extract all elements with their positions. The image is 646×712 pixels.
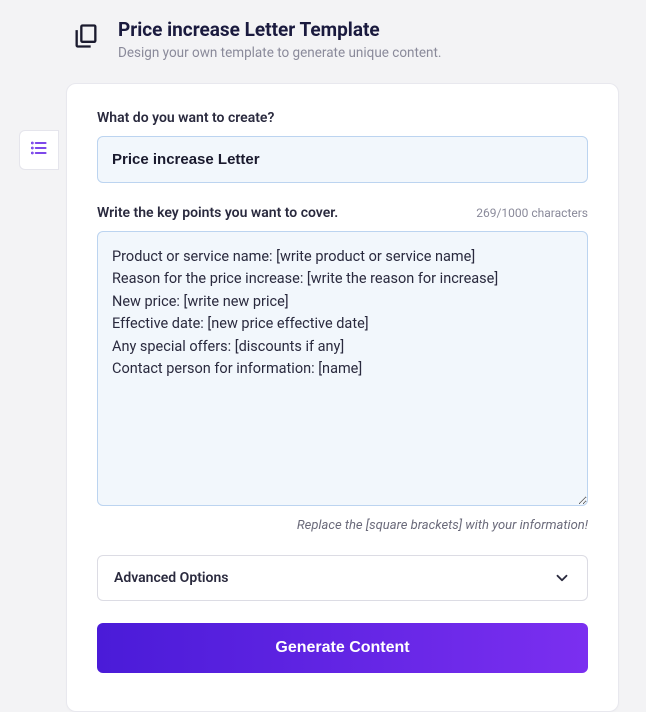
char-counter: 269/1000 characters (476, 206, 588, 220)
page-header: Price increase Letter Template Design yo… (0, 0, 646, 61)
create-input[interactable] (97, 136, 588, 183)
keypoints-label: Write the key points you want to cover. (97, 205, 338, 221)
form-card: What do you want to create? Write the ke… (66, 83, 619, 712)
advanced-options-label: Advanced Options (114, 570, 228, 586)
generate-button[interactable]: Generate Content (97, 623, 588, 673)
page-subtitle: Design your own template to generate uni… (118, 45, 442, 61)
advanced-options-toggle[interactable]: Advanced Options (97, 555, 588, 601)
sidebar-toggle[interactable] (19, 130, 59, 170)
page-title: Price increase Letter Template (118, 18, 442, 41)
copy-icon (72, 22, 100, 50)
list-icon (29, 138, 49, 162)
hint-text: Replace the [square brackets] with your … (97, 518, 588, 533)
chevron-down-icon (553, 569, 571, 587)
keypoints-textarea[interactable] (97, 231, 588, 506)
create-label: What do you want to create? (97, 110, 588, 126)
